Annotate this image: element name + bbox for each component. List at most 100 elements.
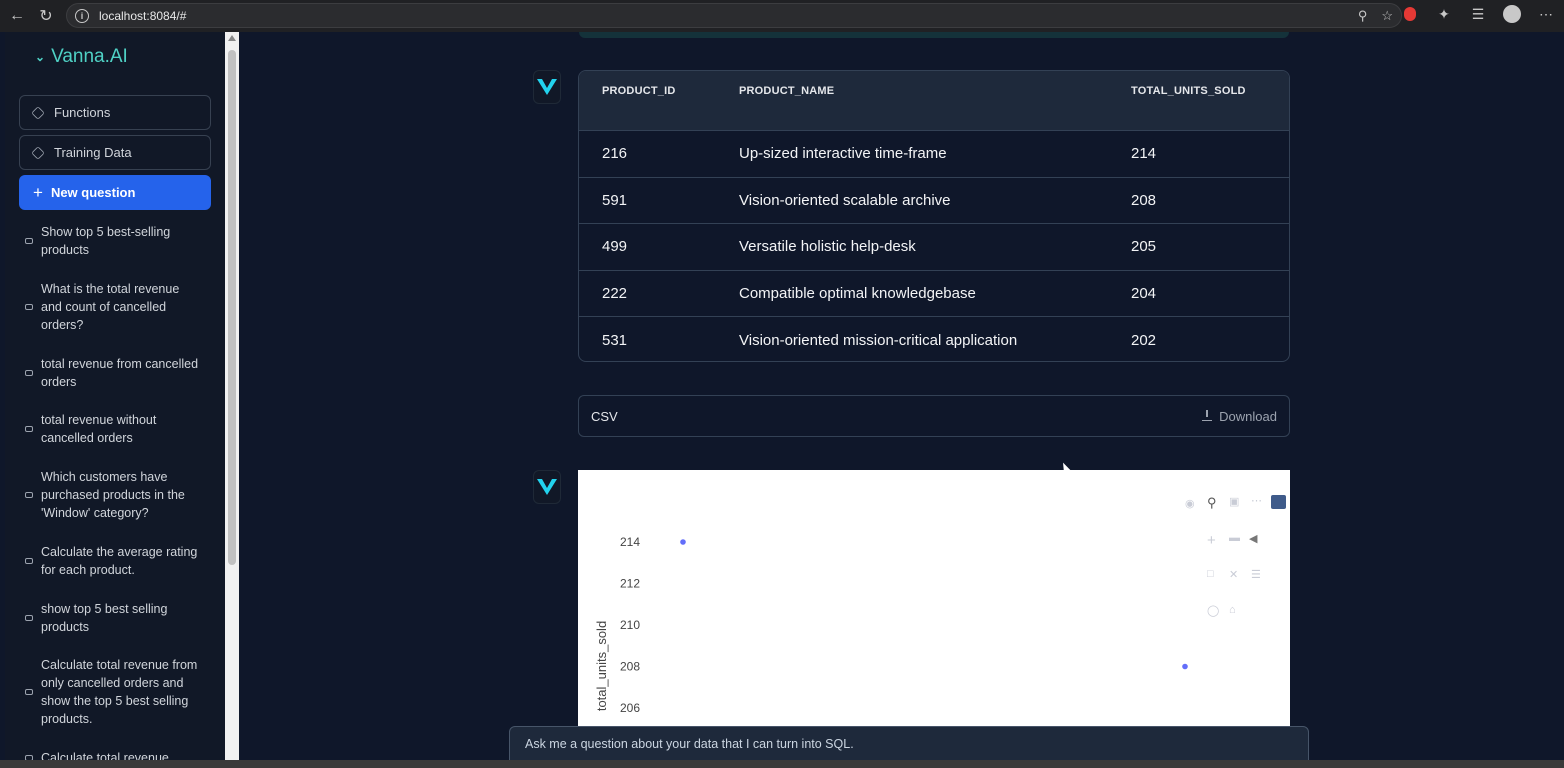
history-item[interactable]: Which customers have purchased products … [25, 468, 200, 522]
cell-product-name: Versatile holistic help-desk [739, 238, 916, 256]
table-row: 222 Compatible optimal knowledgebase 204 [579, 269, 1289, 317]
download-icon [1202, 410, 1213, 421]
column-header[interactable]: TOTAL_UNITS_SOLD [1108, 83, 1246, 130]
scrollbar-thumb[interactable] [228, 50, 236, 565]
history-item[interactable]: show top 5 best selling products [25, 600, 200, 636]
compare-icon[interactable]: ☰ [1251, 568, 1261, 581]
cell-product-name: Compatible optimal knowledgebase [739, 285, 976, 303]
address-bar[interactable]: i localhost:8084/# ⚲ ☆ [66, 3, 1402, 28]
csv-label: CSV [591, 408, 618, 424]
brand[interactable]: ⌄ Vanna.AI [35, 46, 128, 68]
cell-product-id: 499 [602, 238, 628, 256]
download-button[interactable]: Download [1202, 409, 1277, 424]
y-tick-label: 206 [620, 701, 640, 715]
bookmark-star-icon[interactable]: ☆ [1381, 8, 1393, 24]
more-menu-icon[interactable]: ⋯ [1536, 4, 1556, 24]
y-axis-label: total_units_sold [594, 621, 609, 711]
history-item-label: Calculate the average rating for each pr… [41, 545, 198, 577]
history-item[interactable]: What is the total revenue and count of c… [25, 280, 200, 334]
chat-bubble-icon [25, 492, 33, 498]
cell-product-name: Vision-oriented mission-critical applica… [739, 331, 1018, 349]
plotly-logo-icon[interactable] [1271, 495, 1286, 509]
y-tick-label: 214 [620, 535, 640, 549]
cell-product-id: 216 [602, 145, 628, 163]
history-item-label: total revenue without cancelled orders [41, 413, 157, 445]
y-tick-label: 212 [620, 577, 640, 591]
zoom-icon[interactable]: ⚲ [1207, 495, 1217, 511]
reset-axes-icon[interactable]: ✕ [1229, 568, 1238, 581]
results-table: PRODUCT_ID PRODUCT_NAME TOTAL_UNITS_SOLD… [578, 70, 1290, 362]
functions-label: Functions [54, 105, 111, 120]
camera-icon[interactable]: ◉ [1185, 497, 1195, 510]
question-input-placeholder: Ask me a question about your data that I… [525, 737, 854, 751]
cell-product-name: Up-sized interactive time-frame [739, 145, 947, 163]
tag-icon[interactable]: ◀ [1249, 532, 1257, 545]
extensions-puzzle-icon[interactable]: ✦ [1434, 4, 1454, 24]
cell-total-units: 208 [1131, 191, 1157, 209]
history-item[interactable]: Calculate total revenue from only cancel… [25, 656, 200, 728]
scroll-up-arrow-icon[interactable] [228, 35, 236, 41]
cube-icon [31, 145, 45, 160]
history-item-label: Calculate total revenue [41, 751, 169, 760]
scatter-chart[interactable]: total_units_sold 214 212 210 208 206 ◉ ⚲ ▣ ⋯… [578, 470, 1290, 760]
scatter-point[interactable] [1182, 663, 1188, 670]
taskbar-strip [0, 760, 1564, 768]
history-item-label: Which customers have purchased products … [41, 470, 185, 520]
history-item-label: Show top 5 best-selling products [41, 225, 171, 257]
history-item-label: What is the total revenue and count of c… [41, 282, 180, 332]
functions-button[interactable]: Functions [19, 95, 211, 130]
chevron-down-icon: ⌄ [35, 50, 46, 64]
new-question-label: New question [50, 185, 136, 200]
sidebar-scrollbar[interactable] [225, 32, 239, 760]
cell-product-name: Vision-oriented scalable archive [739, 191, 951, 209]
history-item[interactable]: total revenue without cancelled orders [25, 411, 200, 447]
table-row: 591 Vision-oriented scalable archive 208 [579, 176, 1289, 224]
home-icon[interactable]: ⌂ [1229, 604, 1236, 616]
history-item[interactable]: Show top 5 best-selling products [25, 223, 200, 259]
reload-icon[interactable]: ↻ [34, 4, 58, 28]
table-row: 216 Up-sized interactive time-frame 214 [579, 130, 1289, 177]
table-row: 531 Vision-oriented mission-critical app… [579, 316, 1289, 361]
plus-icon: + [33, 182, 43, 202]
history-item[interactable]: Calculate total revenue [25, 749, 200, 760]
autoscale-icon[interactable]: ⋯ [1251, 494, 1262, 507]
brand-title: Vanna.AI [51, 46, 128, 67]
question-input[interactable]: Ask me a question about your data that I… [509, 726, 1309, 760]
site-info-icon[interactable]: i [75, 8, 89, 23]
column-header[interactable]: PRODUCT_NAME [716, 83, 1108, 130]
new-question-button[interactable]: + New question [19, 175, 211, 210]
scatter-point[interactable] [680, 539, 686, 545]
table-row: 499 Versatile holistic help-desk 205 [579, 223, 1289, 270]
cell-total-units: 205 [1131, 238, 1157, 256]
column-header[interactable]: PRODUCT_ID [579, 83, 716, 130]
zoom-out-icon[interactable]: ▬ [1229, 532, 1240, 544]
cell-product-id: 591 [602, 191, 628, 209]
history-item-label: total revenue from cancelled orders [41, 357, 199, 389]
chat-bubble-icon [25, 558, 33, 564]
chat-bubble-icon [25, 426, 33, 432]
vanna-logo-icon [533, 470, 561, 504]
history-item[interactable]: total revenue from cancelled orders [25, 355, 200, 391]
pan-icon[interactable]: + [1207, 532, 1216, 549]
cell-total-units: 214 [1131, 145, 1157, 163]
y-tick-label: 208 [620, 660, 640, 674]
lasso-icon[interactable]: ◯ [1207, 604, 1219, 617]
box-select-icon[interactable]: □ [1207, 568, 1214, 580]
cell-total-units: 202 [1131, 331, 1157, 349]
extension-icon[interactable] [1400, 4, 1420, 24]
zoom-icon[interactable]: ⚲ [1358, 8, 1368, 24]
chart-svg: total_units_sold 214 212 210 208 206 [594, 535, 1188, 715]
url-text[interactable]: localhost:8084/# [99, 9, 186, 23]
history-item[interactable]: Calculate the average rating for each pr… [25, 543, 200, 579]
plus-box-icon[interactable]: ▣ [1229, 495, 1239, 508]
vanna-logo-icon [533, 70, 561, 104]
back-arrow-icon[interactable]: ← [5, 4, 29, 28]
table-header: PRODUCT_ID PRODUCT_NAME TOTAL_UNITS_SOLD [579, 71, 1289, 130]
chat-bubble-icon [25, 238, 33, 244]
cube-icon [31, 105, 45, 120]
training-data-button[interactable]: Training Data [19, 135, 211, 170]
chat-bubble-icon [25, 370, 33, 376]
profile-avatar-icon[interactable] [1502, 4, 1522, 24]
favorites-icon[interactable]: ☰ [1468, 4, 1488, 24]
chat-bubble-icon [25, 689, 33, 695]
